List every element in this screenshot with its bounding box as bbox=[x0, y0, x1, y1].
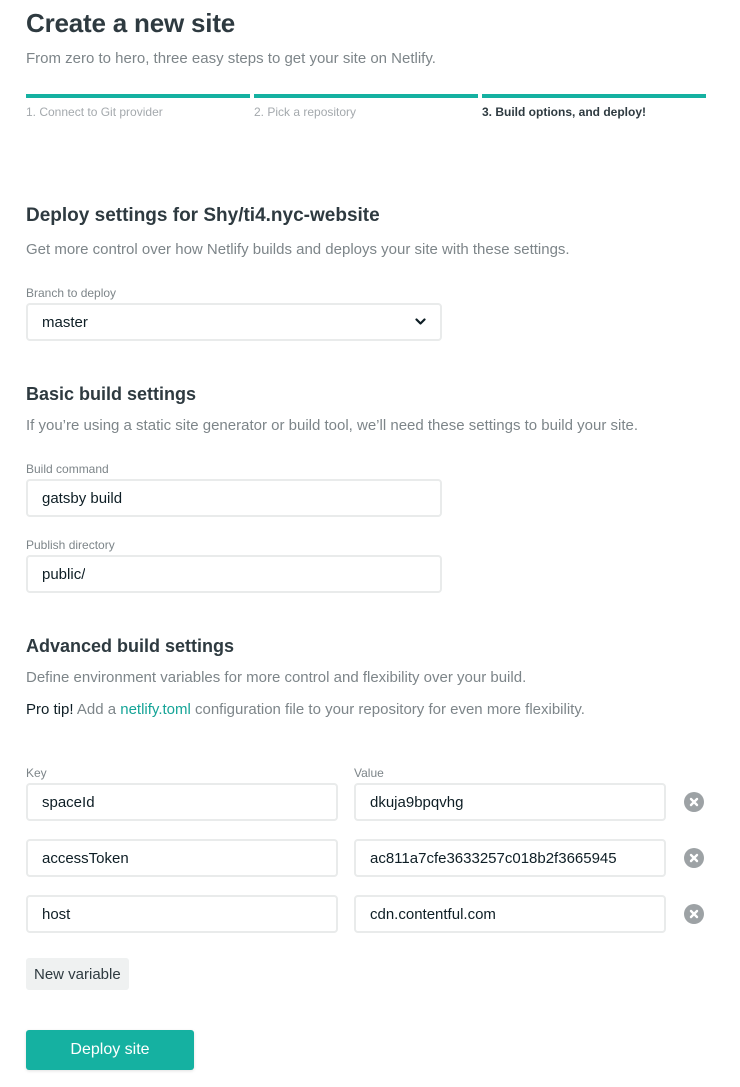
advanced-build-description: Define environment variables for more co… bbox=[26, 669, 527, 686]
step-bar bbox=[482, 94, 706, 98]
step-pick-repository[interactable]: 2. Pick a repository bbox=[254, 94, 478, 119]
step-connect-git[interactable]: 1. Connect to Git provider bbox=[26, 94, 250, 119]
page-title: Create a new site bbox=[26, 8, 236, 38]
step-label: 3. Build options, and deploy! bbox=[482, 105, 646, 119]
publish-directory-input[interactable]: public/ bbox=[26, 555, 442, 593]
step-bar bbox=[26, 94, 250, 98]
step-build-options: 3. Build options, and deploy! bbox=[482, 94, 706, 119]
publish-directory-value: public/ bbox=[42, 565, 86, 583]
env-variable-row: spaceId dkuja9bpqvhg bbox=[26, 783, 714, 821]
env-value-input[interactable]: dkuja9bpqvhg bbox=[354, 783, 666, 821]
pro-tip: Pro tip! Add a netlify.toml configuratio… bbox=[26, 701, 585, 718]
deploy-settings-title: Deploy settings for Shy/ti4.nyc-website bbox=[26, 205, 380, 226]
pro-tip-text-after: configuration file to your repository fo… bbox=[190, 701, 585, 718]
env-key-input[interactable]: spaceId bbox=[26, 783, 338, 821]
env-variable-row: accessToken ac811a7cfe3633257c018b2f3665… bbox=[26, 839, 714, 877]
env-key-input[interactable]: host bbox=[26, 895, 338, 933]
branch-label: Branch to deploy bbox=[26, 286, 117, 300]
build-command-label: Build command bbox=[26, 462, 109, 476]
advanced-build-title: Advanced build settings bbox=[26, 636, 235, 656]
step-bar bbox=[254, 94, 478, 98]
deploy-settings-description: Get more control over how Netlify builds… bbox=[26, 241, 570, 258]
publish-directory-label: Publish directory bbox=[26, 538, 115, 552]
step-label: 2. Pick a repository bbox=[254, 105, 357, 119]
pro-tip-label: Pro tip! bbox=[26, 701, 74, 718]
step-label: 1. Connect to Git provider bbox=[26, 105, 163, 119]
basic-build-description: If you’re using a static site generator … bbox=[26, 417, 639, 434]
env-value-input[interactable]: ac811a7cfe3633257c018b2f3665945 bbox=[354, 839, 666, 877]
value-column-header: Value bbox=[354, 766, 384, 780]
branch-select-value: master bbox=[42, 313, 88, 331]
new-variable-button[interactable]: New variable bbox=[26, 958, 129, 990]
env-value-input[interactable]: cdn.contentful.com bbox=[354, 895, 666, 933]
build-command-input[interactable]: gatsby build bbox=[26, 479, 442, 517]
env-key-input[interactable]: accessToken bbox=[26, 839, 338, 877]
netlify-toml-link[interactable]: netlify.toml bbox=[120, 701, 191, 718]
pro-tip-text-before: Add a bbox=[73, 701, 121, 718]
deploy-site-button[interactable]: Deploy site bbox=[26, 1030, 194, 1070]
env-variable-row: host cdn.contentful.com bbox=[26, 895, 714, 933]
close-circle-icon[interactable] bbox=[684, 848, 704, 868]
key-column-header: Key bbox=[26, 766, 47, 780]
basic-build-title: Basic build settings bbox=[26, 384, 197, 404]
build-command-value: gatsby build bbox=[42, 489, 123, 507]
page-subtitle: From zero to hero, three easy steps to g… bbox=[26, 50, 436, 67]
chevron-down-icon bbox=[414, 316, 426, 328]
step-progress: 1. Connect to Git provider 2. Pick a rep… bbox=[26, 94, 706, 119]
branch-select[interactable]: master bbox=[26, 303, 442, 341]
close-circle-icon[interactable] bbox=[684, 792, 704, 812]
close-circle-icon[interactable] bbox=[684, 904, 704, 924]
